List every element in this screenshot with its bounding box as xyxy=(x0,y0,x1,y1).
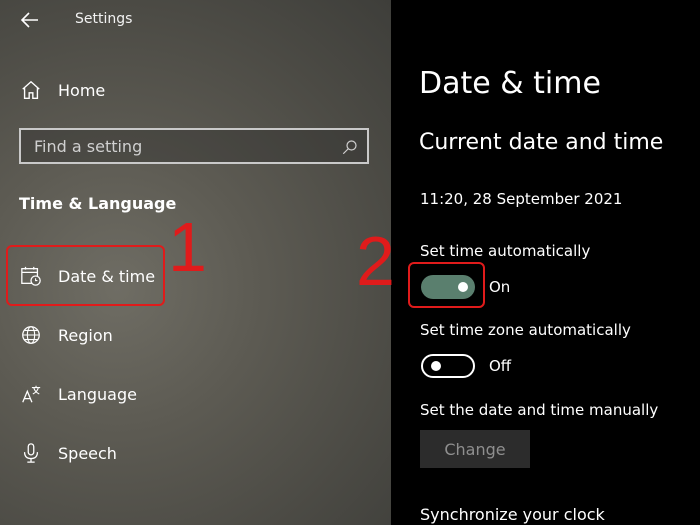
current-date-time: 11:20, 28 September 2021 xyxy=(420,190,623,208)
set-time-auto-label: Set time automatically xyxy=(420,242,591,260)
page-title: Date & time xyxy=(419,66,601,101)
microphone-icon xyxy=(23,443,39,463)
manual-date-time-label: Set the date and time manually xyxy=(420,401,659,419)
sidebar-item-label: Home xyxy=(58,80,106,100)
annotation-number-2: 2 xyxy=(356,222,395,300)
title-bar: Settings xyxy=(0,0,391,40)
section-subtitle: Current date and time xyxy=(419,130,664,155)
section-heading: Time & Language xyxy=(19,194,177,213)
sidebar-item-speech[interactable]: Speech xyxy=(0,433,391,473)
sidebar-item-label: Region xyxy=(58,325,113,345)
annotation-number-1: 1 xyxy=(168,208,207,286)
sidebar-item-home[interactable]: Home xyxy=(0,70,391,110)
sidebar-item-language[interactable]: Language xyxy=(0,374,391,414)
set-time-auto-state: On xyxy=(489,278,511,296)
sidebar-item-label: Language xyxy=(58,384,137,404)
annotation-box-2 xyxy=(408,262,485,308)
sync-clock-heading: Synchronize your clock xyxy=(420,505,605,524)
search-input[interactable]: Find a setting xyxy=(19,128,369,164)
annotation-box-1 xyxy=(6,245,165,306)
sidebar-item-label: Speech xyxy=(58,443,117,463)
home-icon xyxy=(22,80,40,99)
set-timezone-auto-toggle[interactable] xyxy=(421,354,475,378)
language-icon xyxy=(22,385,41,403)
sidebar-item-region[interactable]: Region xyxy=(0,315,391,355)
search-icon[interactable] xyxy=(341,138,359,156)
change-button[interactable]: Change xyxy=(420,430,530,468)
toggle-knob xyxy=(431,361,441,371)
app-title: Settings xyxy=(75,11,133,27)
search-placeholder: Find a setting xyxy=(34,137,143,156)
back-arrow-icon[interactable] xyxy=(18,8,42,32)
globe-icon xyxy=(22,326,40,344)
set-timezone-auto-state: Off xyxy=(489,357,512,375)
set-timezone-auto-label: Set time zone automatically xyxy=(420,321,631,339)
